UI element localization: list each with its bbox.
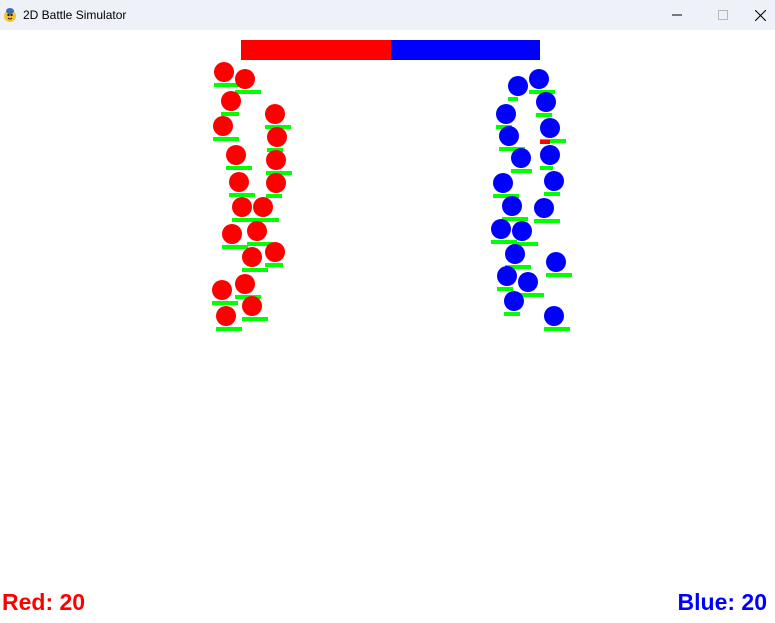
red-unit (266, 173, 286, 193)
red-unit-health-bar (213, 137, 239, 141)
blue-unit (505, 244, 525, 264)
close-icon (755, 9, 766, 21)
red-unit (216, 306, 236, 326)
blue-unit-health-bar (511, 169, 532, 173)
red-unit (253, 197, 273, 217)
blue-unit (496, 104, 516, 124)
blue-unit-health-bar (504, 312, 520, 316)
red-unit (242, 247, 262, 267)
blue-unit-health-bar (540, 166, 553, 170)
blue-unit (502, 196, 522, 216)
title-bar[interactable]: 2D Battle Simulator (0, 0, 775, 30)
blue-army-strength-bar (391, 40, 540, 60)
red-unit-health-bar (235, 90, 261, 94)
red-army-strength-bar (241, 40, 391, 60)
game-window: 2D Battle Simulator Red: 20 Blue: 20 (0, 0, 775, 623)
blue-unit (491, 219, 511, 239)
blue-unit (511, 148, 531, 168)
blue-unit-health-bar (544, 192, 560, 196)
blue-unit-health-bar (544, 327, 570, 331)
blue-unit-damage-marker (540, 140, 550, 144)
red-unit (214, 62, 234, 82)
red-unit (221, 91, 241, 111)
red-unit-health-bar (242, 317, 268, 321)
red-unit (267, 127, 287, 147)
blue-unit-health-bar (546, 273, 572, 277)
red-score: Red: 20 (2, 589, 86, 615)
blue-unit (529, 69, 549, 89)
red-unit (265, 242, 285, 262)
red-unit (212, 280, 232, 300)
red-unit-health-bar (222, 245, 248, 249)
blue-unit (536, 92, 556, 112)
red-unit (247, 221, 267, 241)
blue-unit (508, 76, 528, 96)
blue-unit (544, 306, 564, 326)
close-button[interactable] (746, 0, 775, 30)
maximize-icon (718, 10, 728, 20)
blue-score: Blue: 20 (677, 589, 767, 615)
red-unit (235, 69, 255, 89)
red-unit-health-bar (242, 268, 268, 272)
red-unit (242, 296, 262, 316)
blue-unit (497, 266, 517, 286)
blue-unit (493, 173, 513, 193)
blue-unit (540, 118, 560, 138)
blue-unit-health-bar (536, 113, 552, 117)
blue-unit-health-bar (534, 219, 560, 223)
blue-unit (504, 291, 524, 311)
red-unit (266, 150, 286, 170)
minimize-icon (672, 14, 682, 16)
red-unit-health-bar (266, 194, 282, 198)
red-unit (226, 145, 246, 165)
blue-unit (546, 252, 566, 272)
red-unit (265, 104, 285, 124)
blue-unit (540, 145, 560, 165)
red-unit (229, 172, 249, 192)
maximize-button[interactable] (700, 0, 746, 30)
blue-unit (534, 198, 554, 218)
blue-unit (499, 126, 519, 146)
minimize-button[interactable] (654, 0, 700, 30)
blue-unit (518, 272, 538, 292)
blue-unit (544, 171, 564, 191)
blue-unit (512, 221, 532, 241)
battle-canvas[interactable]: Red: 20 Blue: 20 (0, 30, 775, 623)
window-title: 2D Battle Simulator (23, 8, 127, 22)
red-unit (222, 224, 242, 244)
red-unit-health-bar (226, 166, 252, 170)
blue-unit-health-bar (508, 97, 518, 101)
red-unit-health-bar (212, 301, 238, 305)
red-unit-health-bar (216, 327, 242, 331)
red-unit (213, 116, 233, 136)
red-unit-health-bar (265, 263, 283, 267)
red-unit (235, 274, 255, 294)
red-unit (232, 197, 252, 217)
pygame-snake-icon (4, 8, 16, 22)
